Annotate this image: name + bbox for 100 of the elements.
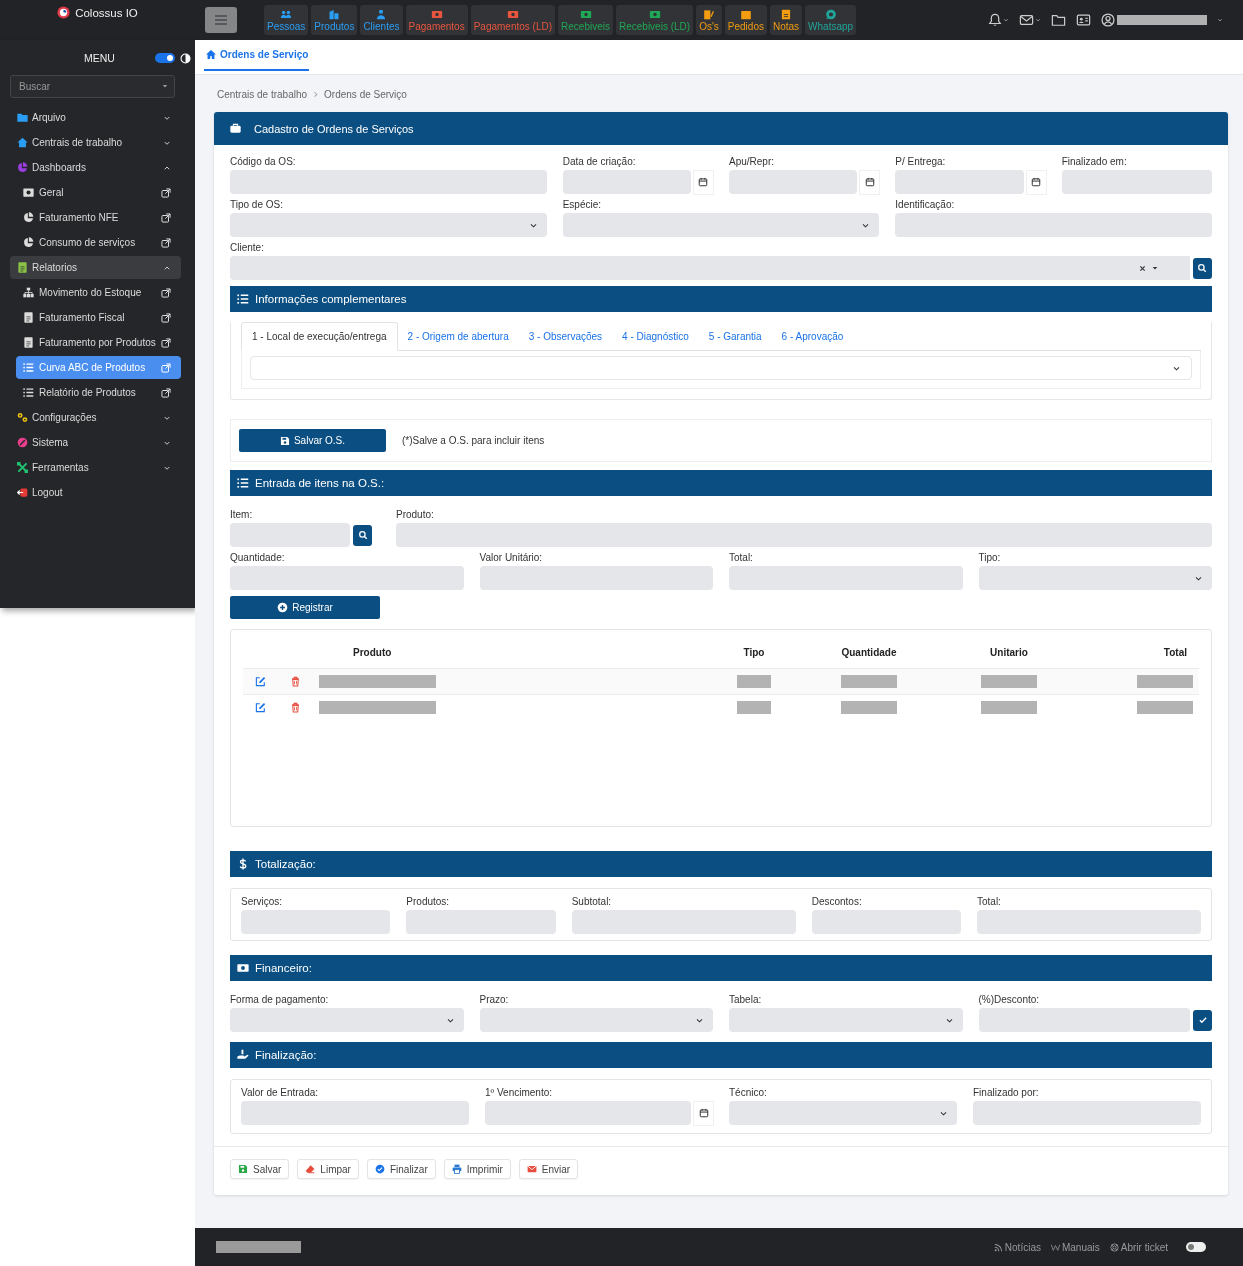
footer-link[interactable]: Notícias xyxy=(993,1241,1041,1253)
calendar-button[interactable] xyxy=(860,170,880,194)
dropdown[interactable] xyxy=(729,1008,963,1032)
column-header: Tipo xyxy=(709,638,799,668)
folder-icon[interactable] xyxy=(1051,13,1066,27)
confirm-button[interactable] xyxy=(1193,1009,1212,1031)
dropdown[interactable] xyxy=(230,213,547,237)
sidebar-item[interactable]: Relatorios xyxy=(10,256,181,279)
sidebar-subitem[interactable]: Faturamento por Produtos xyxy=(16,331,181,354)
bell-icon[interactable] xyxy=(988,13,1002,27)
shortcut-button[interactable]: Pedidos xyxy=(724,5,767,35)
action-button[interactable]: Finalizar xyxy=(366,1159,436,1179)
breadcrumb-link[interactable]: Centrais de trabalho xyxy=(217,89,308,100)
input-field[interactable] xyxy=(230,566,464,590)
user-icon[interactable] xyxy=(1101,13,1115,27)
sidebar-subitem[interactable]: Faturamento Fiscal xyxy=(16,306,181,329)
register-button[interactable]: Registrar xyxy=(230,596,380,619)
input-field[interactable] xyxy=(729,170,858,194)
input-field[interactable] xyxy=(406,910,556,934)
action-button[interactable]: Salvar xyxy=(230,1159,290,1179)
sidebar-item[interactable]: Dashboards xyxy=(10,156,181,179)
input-field[interactable] xyxy=(811,910,961,934)
input-field[interactable] xyxy=(978,1008,1190,1032)
edit-button[interactable] xyxy=(255,701,266,713)
delete-button[interactable] xyxy=(290,675,301,687)
sidebar-item[interactable]: Centrais de trabalho xyxy=(10,131,181,154)
sidebar-item[interactable]: Configurações xyxy=(10,406,181,429)
search-icon xyxy=(1197,263,1208,273)
contact-card-icon[interactable] xyxy=(1076,13,1091,27)
action-button[interactable]: Limpar xyxy=(297,1159,359,1179)
input-field[interactable] xyxy=(1061,170,1212,194)
tab[interactable]: 5 - Garantia xyxy=(698,322,772,351)
sidebar-subitem[interactable]: Faturamento NFE xyxy=(16,206,181,229)
dropdown[interactable] xyxy=(230,1008,464,1032)
dark-mode-toggle[interactable] xyxy=(154,53,175,63)
tab[interactable]: 6 - Aprovação xyxy=(771,322,854,351)
card-header: Cadastro de Ordens de Serviços xyxy=(214,112,1228,145)
shortcut-button[interactable]: Recebiveis (LD) xyxy=(616,5,694,35)
edit-button[interactable] xyxy=(255,675,266,687)
dropdown[interactable] xyxy=(562,213,880,237)
shortcut-button[interactable]: Clientes xyxy=(360,5,403,35)
mail-icon[interactable] xyxy=(1019,13,1034,27)
input-field[interactable] xyxy=(396,523,1212,547)
dropdown[interactable] xyxy=(250,356,1192,380)
calendar-button[interactable] xyxy=(694,1101,713,1125)
subitem-icon xyxy=(23,387,34,398)
shortcut-button[interactable]: Produtos xyxy=(311,5,358,35)
rss-icon xyxy=(993,1242,1003,1252)
action-button[interactable]: Enviar xyxy=(518,1159,579,1179)
shortcut-button[interactable]: Pessoas xyxy=(264,5,309,35)
input-field[interactable] xyxy=(571,910,796,934)
dropdown[interactable] xyxy=(729,1101,957,1125)
sidebar-subitem[interactable]: Geral xyxy=(16,181,181,204)
sidebar-item[interactable]: Sistema xyxy=(10,431,181,454)
shortcut-button[interactable]: Os's xyxy=(696,5,722,35)
field-label: Serviços: xyxy=(241,895,284,908)
input-field[interactable] xyxy=(485,1101,691,1125)
shortcut-button[interactable]: Whatsapp xyxy=(805,5,857,35)
input-field[interactable] xyxy=(895,213,1212,237)
calendar-button[interactable] xyxy=(694,170,713,194)
input-field[interactable] xyxy=(973,1101,1201,1125)
calendar-button[interactable] xyxy=(1026,170,1046,194)
shortcut-button[interactable]: Pagamentos xyxy=(405,5,468,35)
section-header: Entrada de itens na O.S.: xyxy=(230,470,1212,496)
input-field[interactable] xyxy=(241,910,391,934)
dropdown[interactable] xyxy=(978,566,1212,590)
sidebar-item[interactable]: Arquivo xyxy=(10,106,181,129)
dropdown[interactable] xyxy=(479,1008,713,1032)
sidebar-subitem[interactable]: Movimento do Estoque xyxy=(16,281,181,304)
search-button[interactable] xyxy=(1193,257,1212,279)
page-tab[interactable]: Ordens de Serviço xyxy=(204,40,310,71)
shortcut-button[interactable]: Notas xyxy=(769,5,803,35)
tab[interactable]: 3 - Observações xyxy=(518,322,613,351)
sidebar-subitem[interactable]: Consumo de serviços xyxy=(16,231,181,254)
search-button[interactable] xyxy=(353,524,372,546)
input-field[interactable] xyxy=(977,910,1201,934)
sidebar-item[interactable]: Logout xyxy=(10,481,181,504)
input-field[interactable] xyxy=(729,566,963,590)
input-field[interactable] xyxy=(241,1101,469,1125)
input-field[interactable] xyxy=(230,170,547,194)
delete-button[interactable] xyxy=(290,701,301,713)
footer-link[interactable]: Abrir ticket xyxy=(1109,1241,1168,1253)
input-field[interactable] xyxy=(562,170,691,194)
sidebar-item[interactable]: Ferramentas xyxy=(10,456,181,479)
external-link-icon xyxy=(161,312,171,323)
input-field[interactable] xyxy=(479,566,713,590)
shortcut-button[interactable]: Recebiveis xyxy=(558,5,613,35)
sidebar-subitem[interactable]: Relatório de Produtos xyxy=(16,381,181,404)
input-field[interactable] xyxy=(230,523,350,547)
input-field[interactable] xyxy=(895,170,1024,194)
save-order-button[interactable]: Salvar O.S. xyxy=(239,429,386,452)
tab[interactable]: 4 - Diagnóstico xyxy=(612,322,699,351)
tab[interactable]: 1 - Local de execução/entrega xyxy=(241,322,398,351)
shortcut-button[interactable]: Pagamentos (LD) xyxy=(470,5,556,35)
menu-button[interactable] xyxy=(205,7,237,33)
theme-toggle[interactable] xyxy=(1186,1242,1206,1252)
search-field[interactable]: Buscar xyxy=(10,75,175,98)
action-button[interactable]: Imprimir xyxy=(443,1159,511,1179)
tab[interactable]: 2 - Origem de abertura xyxy=(397,322,519,351)
footer-link[interactable]: Manuais xyxy=(1050,1241,1100,1253)
